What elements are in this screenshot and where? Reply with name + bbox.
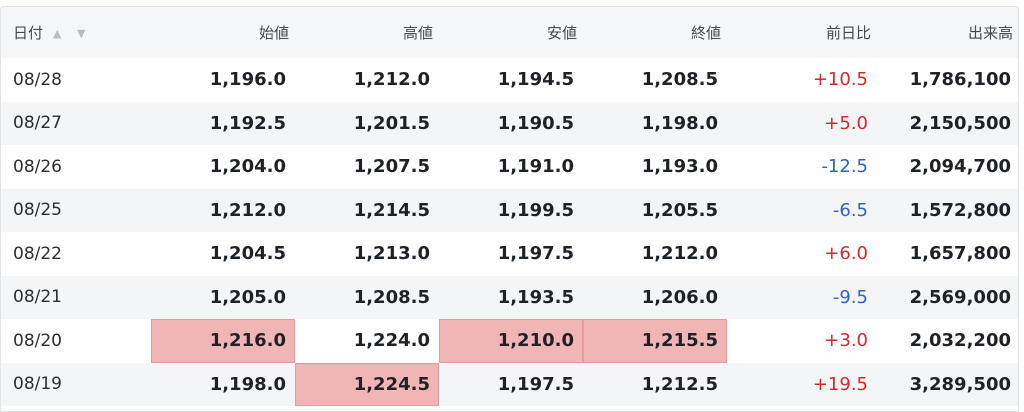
cell-high: 1,208.5 [353,286,430,308]
cell-close: 1,193.0 [641,156,718,178]
table-row: 08/22 1,204.5 1,213.0 1,197.5 1,212.0 +6.0 1,6… [1,232,1018,276]
table-body: 08/28 1,196.0 1,212.0 1,194.5 1,208.5 +10.5 1,… [1,58,1018,406]
cell-volume: 1,572,800 [909,199,1011,221]
cell-low: 1,194.5 [497,69,574,91]
cell-date: 08/28 [13,69,62,90]
table-row: 08/21 1,205.0 1,208.5 1,193.5 1,206.0 -9.5 2,5… [1,275,1018,319]
cell-close: 1,208.5 [641,69,718,91]
cell-change: -12.5 [821,156,868,178]
cell-open: 1,196.0 [209,69,286,91]
table-row: 08/28 1,196.0 1,212.0 1,194.5 1,208.5 +10.5 1,… [1,58,1018,102]
cell-close: 1,212.5 [641,373,718,395]
sort-toggle-icon[interactable]: ▲ ▼ [53,27,91,40]
cell-low: 1,199.5 [497,199,574,221]
cell-change: +5.0 [824,112,868,134]
cell-high: 1,201.5 [353,112,430,134]
cell-low-highlighted: 1,210.0 [439,319,583,363]
cell-change: +6.0 [824,243,868,265]
header-low: 安値 [546,24,577,42]
price-table: 日付 ▲ ▼ 始値 高値 安値 終値 前日比 出来高 08/28 1,196.0 1,… [1,7,1018,406]
cell-close: 1,198.0 [641,112,718,134]
cell-volume: 2,032,200 [909,330,1011,352]
cell-date: 08/21 [13,287,62,308]
cell-open-highlighted: 1,216.0 [151,319,295,363]
cell-open: 1,205.0 [209,286,286,308]
cell-volume: 3,289,500 [909,373,1011,395]
cell-high: 1,212.0 [353,69,430,91]
header-volume: 出来高 [967,24,1013,42]
cell-open: 1,204.5 [209,243,286,265]
header-close: 終値 [690,24,721,42]
header-open: 始値 [258,24,289,42]
cell-high: 1,224.0 [353,330,430,352]
cell-change: +19.5 [812,373,868,395]
cell-volume: 2,094,700 [909,156,1011,178]
cell-date: 08/20 [13,330,62,351]
cell-low: 1,193.5 [497,286,574,308]
table-row: 08/27 1,192.5 1,201.5 1,190.5 1,198.0 +5.0 2,1… [1,101,1018,145]
cell-volume: 1,786,100 [909,69,1011,91]
header-date[interactable]: 日付 ▲ ▼ [1,7,151,58]
cell-open: 1,204.0 [209,156,286,178]
cell-change: -6.5 [832,199,868,221]
cell-low: 1,191.0 [497,156,574,178]
cell-high: 1,213.0 [353,243,430,265]
cell-open: 1,192.5 [209,112,286,134]
cell-change: +3.0 [824,330,868,352]
table-row: 08/19 1,198.0 1,224.5 1,197.5 1,212.5 +19.5 3,… [1,362,1018,406]
header-change: 前日比 [825,24,871,42]
cell-open: 1,212.0 [209,199,286,221]
cell-high-highlighted: 1,224.5 [295,362,439,406]
cell-high: 1,207.5 [353,156,430,178]
table-row: 08/20 1,216.0 1,224.0 1,210.0 1,215.5 +3.0 2,0… [1,319,1018,363]
header-high: 高値 [402,24,433,42]
cell-low: 1,197.5 [497,373,574,395]
cell-volume: 2,150,500 [909,112,1011,134]
cell-change: +10.5 [812,69,868,91]
cell-low: 1,190.5 [497,112,574,134]
table-header-row: 日付 ▲ ▼ 始値 高値 安値 終値 前日比 出来高 [1,7,1018,58]
cell-close-highlighted: 1,215.5 [583,319,727,363]
cell-close: 1,206.0 [641,286,718,308]
cell-date: 08/22 [13,243,62,264]
cell-date: 08/26 [13,156,62,177]
cell-high: 1,214.5 [353,199,430,221]
table-row: 08/25 1,212.0 1,214.5 1,199.5 1,205.5 -6.5 1,5… [1,188,1018,232]
cell-date: 08/25 [13,200,62,221]
price-history-table: 日付 ▲ ▼ 始値 高値 安値 終値 前日比 出来高 08/28 1,196.0 1,… [0,6,1019,412]
cell-volume: 1,657,800 [909,243,1011,265]
cell-volume: 2,569,000 [909,286,1011,308]
cell-close: 1,205.5 [641,199,718,221]
cell-date: 08/27 [13,113,62,134]
cell-date: 08/19 [13,374,62,395]
header-date-label: 日付 [13,24,44,42]
cell-low: 1,197.5 [497,243,574,265]
table-row: 08/26 1,204.0 1,207.5 1,191.0 1,193.0 -12.5 2,… [1,145,1018,189]
cell-open: 1,198.0 [209,373,286,395]
cell-close: 1,212.0 [641,243,718,265]
cell-change: -9.5 [832,286,868,308]
